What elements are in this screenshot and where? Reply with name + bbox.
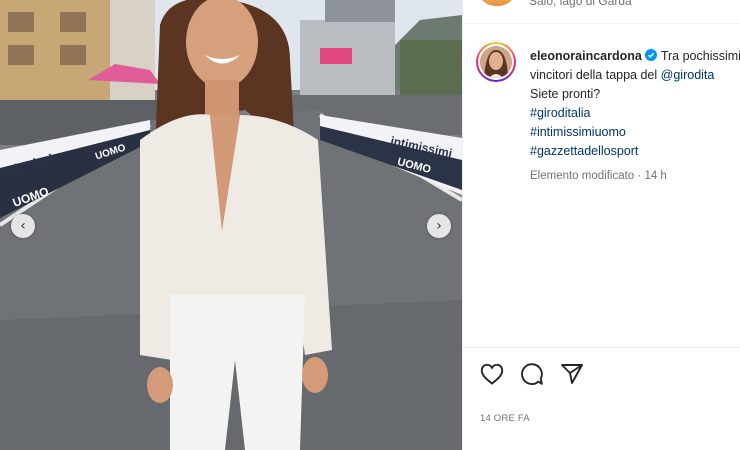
post-header: Salò, lago di Garda (463, 0, 740, 24)
profile-avatar-image (480, 46, 512, 78)
hashtag-link[interactable]: #intimissimiuomo (530, 125, 626, 139)
previous-photo-button[interactable]: ‹ (11, 214, 35, 238)
divider (463, 347, 740, 348)
comment-icon (521, 363, 543, 385)
hashtag-link[interactable]: #giroditalia (530, 106, 590, 120)
share-button[interactable] (559, 361, 585, 387)
caption-line-2: Siete pronti? (530, 87, 601, 101)
post-actions (479, 361, 585, 387)
like-button[interactable] (479, 361, 505, 387)
username-link[interactable]: eleonoraincardona (530, 49, 642, 63)
post-photo[interactable]: imissimi UOMO intimissimi UOMO UOMO ‹ › (0, 0, 462, 450)
heart-icon (480, 363, 504, 385)
comment-button[interactable] (519, 361, 545, 387)
verified-badge-icon (644, 49, 657, 61)
chevron-left-icon: ‹ (20, 217, 26, 234)
hashtag-link[interactable]: #gazzettadellosport (530, 144, 638, 158)
edited-label: Elemento modificato (530, 170, 635, 182)
edited-time: 14 h (644, 170, 667, 182)
mention-link[interactable]: @girodita (661, 68, 715, 82)
next-photo-button[interactable]: › (427, 214, 451, 238)
post-timestamp: 14 ORE FA (480, 413, 530, 424)
location-link[interactable]: Salò, lago di Garda (529, 0, 632, 8)
avatar[interactable] (481, 0, 513, 6)
profile-avatar[interactable] (476, 42, 516, 82)
photo-scene (0, 0, 462, 450)
post-side-panel: Salò, lago di Garda eleonoraincardona Tr… (462, 0, 740, 450)
chevron-right-icon: › (436, 217, 442, 234)
edited-info: Elemento modificato · 14 h (530, 170, 667, 182)
share-icon (561, 364, 583, 384)
caption-text: eleonoraincardona Tra pochissimi vincitor… (530, 47, 740, 161)
instagram-post: imissimi UOMO intimissimi UOMO UOMO ‹ › … (0, 0, 740, 450)
